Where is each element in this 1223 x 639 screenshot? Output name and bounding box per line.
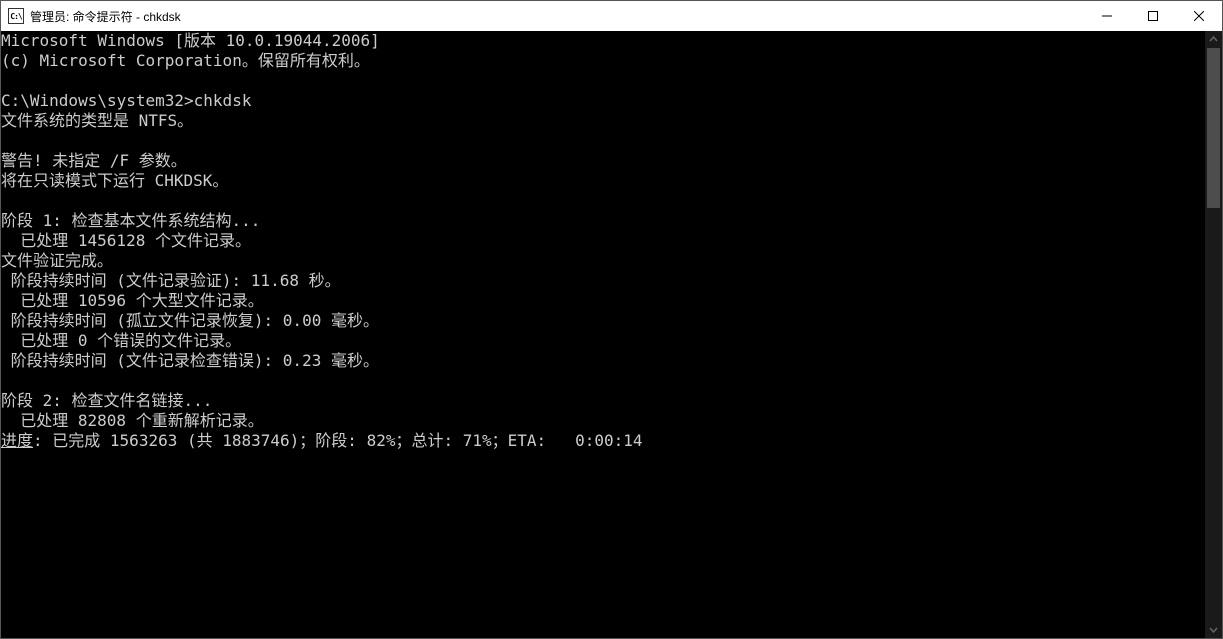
progress-label: 进度 bbox=[1, 431, 33, 450]
scroll-down-button[interactable] bbox=[1205, 621, 1222, 638]
terminal-line: 警告! 未指定 /F 参数。 bbox=[1, 151, 1205, 171]
terminal-line: Microsoft Windows [版本 10.0.19044.2006] bbox=[1, 31, 1205, 51]
terminal-line: 已处理 1456128 个文件记录。 bbox=[1, 231, 1205, 251]
window-controls bbox=[1084, 1, 1222, 31]
app-icon: C:\ bbox=[8, 8, 24, 24]
progress-details: : 已完成 1563263 (共 1883746)；阶段: 82%；总计: 71… bbox=[33, 431, 642, 450]
scroll-thumb[interactable] bbox=[1207, 48, 1220, 208]
terminal-line bbox=[1, 131, 1205, 151]
terminal-line: 阶段 1: 检查基本文件系统结构... bbox=[1, 211, 1205, 231]
chevron-down-icon bbox=[1209, 625, 1218, 634]
terminal-line: 文件系统的类型是 NTFS。 bbox=[1, 111, 1205, 131]
terminal-line: 已处理 0 个错误的文件记录。 bbox=[1, 331, 1205, 351]
maximize-icon bbox=[1148, 11, 1158, 21]
window-title: 管理员: 命令提示符 - chkdsk bbox=[30, 8, 181, 25]
terminal-line: 已处理 10596 个大型文件记录。 bbox=[1, 291, 1205, 311]
chevron-up-icon bbox=[1209, 35, 1218, 44]
app-window: C:\ 管理员: 命令提示符 - chkdsk Microsoft Window… bbox=[0, 0, 1223, 639]
terminal-progress-line: 进度: 已完成 1563263 (共 1883746)；阶段: 82%；总计: … bbox=[1, 431, 1205, 451]
title-bar[interactable]: C:\ 管理员: 命令提示符 - chkdsk bbox=[1, 1, 1222, 31]
close-icon bbox=[1194, 11, 1204, 21]
terminal-line: 阶段持续时间 (文件记录验证): 11.68 秒。 bbox=[1, 271, 1205, 291]
terminal-line bbox=[1, 71, 1205, 91]
close-button[interactable] bbox=[1176, 1, 1222, 31]
terminal-line: C:\Windows\system32>chkdsk bbox=[1, 91, 1205, 111]
client-area: Microsoft Windows [版本 10.0.19044.2006](c… bbox=[1, 31, 1222, 638]
terminal-line: 阶段 2: 检查文件名链接... bbox=[1, 391, 1205, 411]
terminal-line: 文件验证完成。 bbox=[1, 251, 1205, 271]
minimize-icon bbox=[1102, 11, 1112, 21]
terminal-line bbox=[1, 191, 1205, 211]
terminal-line: (c) Microsoft Corporation。保留所有权利。 bbox=[1, 51, 1205, 71]
terminal-line: 将在只读模式下运行 CHKDSK。 bbox=[1, 171, 1205, 191]
terminal-line bbox=[1, 371, 1205, 391]
scroll-up-button[interactable] bbox=[1205, 31, 1222, 48]
vertical-scrollbar[interactable] bbox=[1205, 31, 1222, 638]
maximize-button[interactable] bbox=[1130, 1, 1176, 31]
terminal-line: 阶段持续时间 (孤立文件记录恢复): 0.00 毫秒。 bbox=[1, 311, 1205, 331]
minimize-button[interactable] bbox=[1084, 1, 1130, 31]
terminal-line: 阶段持续时间 (文件记录检查错误): 0.23 毫秒。 bbox=[1, 351, 1205, 371]
terminal-output[interactable]: Microsoft Windows [版本 10.0.19044.2006](c… bbox=[1, 31, 1205, 638]
terminal-line: 已处理 82808 个重新解析记录。 bbox=[1, 411, 1205, 431]
